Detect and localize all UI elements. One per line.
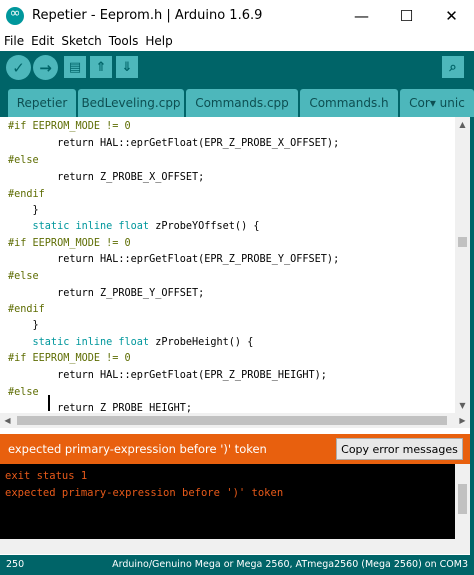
editor-vscroll-thumb[interactable]: [458, 237, 467, 247]
code-token: return Z_PROBE_X_OFFSET;: [8, 172, 205, 183]
code-line: }: [8, 204, 39, 218]
magnifier-icon: ⌕: [449, 59, 457, 75]
minimize-button[interactable]: —: [339, 0, 384, 31]
new-sketch-button[interactable]: ▤: [64, 56, 86, 78]
editor-hscroll-thumb[interactable]: [17, 416, 447, 425]
console-vertical-scrollbar[interactable]: [455, 464, 470, 539]
menu-tools[interactable]: Tools: [109, 34, 139, 48]
console-output[interactable]: exit status 1 expected primary-expressio…: [0, 464, 470, 539]
code-line: #if EEPROM_MODE != 0: [8, 120, 131, 134]
tab-repetier[interactable]: Repetier: [8, 89, 76, 117]
menu-help[interactable]: Help: [145, 34, 172, 48]
code-line: #else: [8, 270, 39, 284]
window-controls: — ☐ ✕: [339, 0, 474, 31]
arrow-right-icon: →: [39, 58, 52, 77]
code-token: static inline float: [8, 337, 156, 348]
scroll-right-arrow-icon[interactable]: ▶: [455, 413, 470, 428]
code-line: return Z_PROBE_HEIGHT;: [8, 402, 192, 413]
save-sketch-button[interactable]: ⇓: [116, 56, 138, 78]
code-token: return Z_PROBE_Y_OFFSET;: [8, 288, 205, 299]
console-horizontal-scrollbar[interactable]: [0, 539, 470, 554]
code-token: return HAL::eprGetFloat(EPR_Z_PROBE_HEIG…: [8, 370, 327, 381]
code-line: return HAL::eprGetFloat(EPR_Z_PROBE_Y_OF…: [8, 253, 339, 267]
code-token: }: [8, 205, 39, 216]
code-token: return Z_PROBE_HEIGHT;: [8, 403, 193, 413]
scroll-left-arrow-icon[interactable]: ◀: [0, 413, 15, 428]
code-token: #else: [8, 387, 39, 398]
code-token: }: [8, 320, 39, 331]
code-token: static inline float: [8, 221, 156, 232]
serial-monitor-button[interactable]: ⌕: [442, 56, 464, 78]
code-token: #else: [8, 271, 39, 282]
tab-bedleveling-cpp[interactable]: BedLeveling.cpp: [78, 89, 184, 117]
status-bar: 250 Arduino/Genuino Mega or Mega 2560, A…: [0, 555, 474, 575]
console-line: exit status 1: [5, 470, 88, 482]
open-sketch-button[interactable]: ⇑: [90, 56, 112, 78]
verify-button[interactable]: ✓: [6, 55, 31, 80]
code-token: #endif: [8, 304, 45, 315]
code-line: }: [8, 319, 39, 333]
error-message: expected primary-expression before ')' t…: [8, 442, 267, 456]
console-vscroll-thumb[interactable]: [458, 484, 467, 514]
code-token: #endif: [8, 189, 45, 200]
code-line: static inline float zProbeYOffset() {: [8, 220, 260, 234]
code-line: return HAL::eprGetFloat(EPR_Z_PROBE_HEIG…: [8, 369, 327, 383]
close-button[interactable]: ✕: [429, 0, 474, 31]
code-line: return HAL::eprGetFloat(EPR_Z_PROBE_X_OF…: [8, 137, 339, 151]
board-port-info: Arduino/Genuino Mega or Mega 2560, ATmeg…: [112, 559, 468, 570]
copy-error-messages-button[interactable]: Copy error messages: [336, 438, 463, 460]
scroll-down-arrow-icon[interactable]: ▼: [455, 398, 470, 413]
open-arrow-up-icon: ⇑: [95, 59, 107, 75]
code-line: return Z_PROBE_Y_OFFSET;: [8, 287, 204, 301]
editor-horizontal-scrollbar[interactable]: ◀ ▶: [0, 413, 470, 428]
menu-sketch[interactable]: Sketch: [61, 34, 101, 48]
code-token: return HAL::eprGetFloat(EPR_Z_PROBE_X_OF…: [8, 138, 340, 149]
toolbar: ✓ → ▤ ⇑ ⇓ ⌕: [0, 51, 474, 84]
menu-file[interactable]: File: [4, 34, 24, 48]
maximize-button[interactable]: ☐: [384, 0, 429, 31]
arduino-logo-icon: [6, 6, 24, 25]
code-line: #if EEPROM_MODE != 0: [8, 352, 131, 366]
code-token: #if EEPROM_MODE != 0: [8, 238, 131, 249]
window-border: [470, 117, 474, 555]
code-line: #endif: [8, 188, 45, 202]
code-line: return Z_PROBE_X_OFFSET;: [8, 171, 204, 185]
checkmark-icon: ✓: [12, 58, 25, 77]
code-token: #else: [8, 155, 39, 166]
code-line: #endif: [8, 303, 45, 317]
tab-overflow-menu[interactable]: Cor▾ unic: [400, 89, 474, 117]
code-line: static inline float zProbeHeight() {: [8, 336, 254, 350]
upload-button[interactable]: →: [33, 55, 58, 80]
tab-commands-h[interactable]: Commands.h: [300, 89, 398, 117]
line-number: 250: [6, 559, 25, 570]
scroll-up-arrow-icon[interactable]: ▲: [455, 117, 470, 132]
code-token: #if EEPROM_MODE != 0: [8, 121, 131, 132]
code-line: #else: [8, 154, 39, 168]
title-bar[interactable]: Repetier - Eeprom.h | Arduino 1.6.9 — ☐ …: [0, 0, 474, 31]
tab-commands-cpp[interactable]: Commands.cpp: [186, 89, 298, 117]
save-arrow-down-icon: ⇓: [121, 59, 133, 75]
arduino-window: Repetier - Eeprom.h | Arduino 1.6.9 — ☐ …: [0, 0, 474, 575]
menu-edit[interactable]: Edit: [31, 34, 54, 48]
code-editor[interactable]: #if EEPROM_MODE != 0 return HAL::eprGetF…: [0, 117, 455, 413]
new-file-icon: ▤: [68, 59, 82, 75]
code-line: #else: [8, 386, 39, 400]
window-title: Repetier - Eeprom.h | Arduino 1.6.9: [32, 8, 263, 23]
code-token: return HAL::eprGetFloat(EPR_Z_PROBE_Y_OF…: [8, 254, 340, 265]
tab-bar: Repetier BedLeveling.cpp Commands.cpp Co…: [0, 84, 474, 117]
error-message-bar: expected primary-expression before ')' t…: [0, 434, 470, 464]
code-token: #if EEPROM_MODE != 0: [8, 353, 131, 364]
console-line: expected primary-expression before ')' t…: [5, 487, 284, 499]
code-token: zProbeHeight() {: [155, 337, 254, 348]
editor-vertical-scrollbar[interactable]: ▲ ▼: [455, 117, 470, 413]
menu-bar: File Edit Sketch Tools Help: [0, 31, 474, 51]
code-line: #if EEPROM_MODE != 0: [8, 237, 131, 251]
code-token: zProbeYOffset() {: [155, 221, 260, 232]
